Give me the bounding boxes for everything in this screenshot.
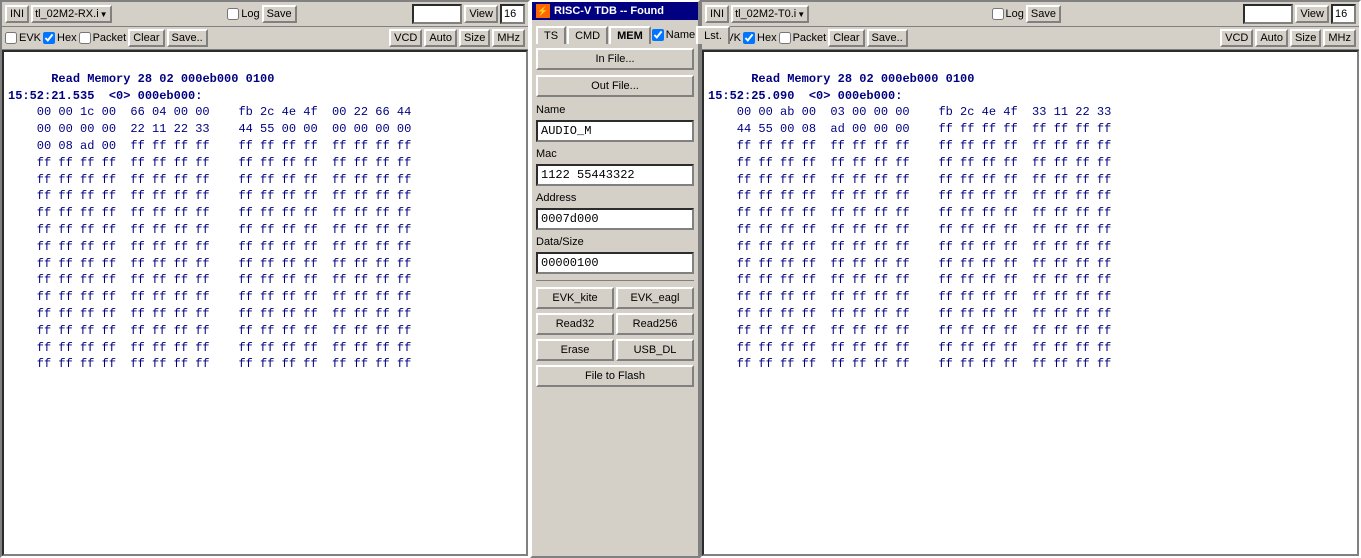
- right-hex-display: Read Memory 28 02 000eb000 0100 15:52:25…: [702, 50, 1359, 556]
- right-hex-checkbox-label: Hex: [743, 32, 777, 44]
- left-hex-checkbox-label: Hex: [43, 32, 77, 44]
- right-savedots-button[interactable]: Save..: [867, 29, 908, 47]
- right-mhz-button[interactable]: MHz: [1323, 29, 1356, 47]
- dialog-name-checkbox[interactable]: [652, 29, 664, 41]
- right-hex-header2: 15:52:25.090 <0> 000eb000:: [708, 89, 902, 103]
- tab-lst[interactable]: Lst.: [696, 26, 730, 44]
- right-toolbar-1: INI tl_02M2-T0.i ▼ Log Save View: [702, 2, 1359, 27]
- left-packet-checkbox[interactable]: [79, 32, 91, 44]
- left-ini-button[interactable]: INI: [5, 5, 29, 23]
- evk-kite-button[interactable]: EVK_kite: [536, 287, 614, 309]
- right-auto-button[interactable]: Auto: [1255, 29, 1288, 47]
- left-clear-button[interactable]: Clear: [128, 29, 164, 47]
- in-file-button[interactable]: In File...: [536, 48, 694, 70]
- erase-button[interactable]: Erase: [536, 339, 614, 361]
- tab-mem[interactable]: MEM: [609, 26, 651, 44]
- left-save-button[interactable]: Save: [262, 5, 297, 23]
- left-view-value[interactable]: [500, 4, 525, 24]
- dialog-icon: ⚡: [536, 4, 550, 18]
- name-input[interactable]: [536, 120, 694, 142]
- left-hex-checkbox[interactable]: [43, 32, 55, 44]
- right-toolbar-2: EVK Hex Packet Clear Save.. VCD Auto Siz…: [702, 27, 1359, 50]
- right-hex-data: 00 00 ab 00 03 00 00 00 fb 2c 4e 4f 33 1…: [708, 105, 1111, 371]
- dialog-name-checkbox-label: Name: [652, 26, 695, 44]
- right-ini-button[interactable]: INI: [705, 5, 729, 23]
- left-hex-data: 00 00 1c 00 66 04 00 00 fb 2c 4e 4f 00 2…: [8, 105, 411, 371]
- right-save-button[interactable]: Save: [1026, 5, 1061, 23]
- left-log-checkbox[interactable]: [227, 8, 239, 20]
- right-log-checkbox-label: Log: [992, 8, 1024, 20]
- left-device-dropdown[interactable]: tl_02M2-RX.i ▼: [31, 5, 112, 23]
- right-panel: INI tl_02M2-T0.i ▼ Log Save View EVK: [700, 0, 1361, 558]
- left-panel: INI tl_02M2-RX.i ▼ Log Save View EVK: [0, 0, 530, 558]
- mac-input[interactable]: [536, 164, 694, 186]
- mac-label: Mac: [536, 148, 694, 160]
- dialog-spacer: [536, 392, 694, 552]
- left-packet-checkbox-label: Packet: [79, 32, 127, 44]
- right-view-value[interactable]: [1331, 4, 1356, 24]
- erase-button-row: Erase USB_DL: [536, 339, 694, 361]
- left-savedots-button[interactable]: Save..: [167, 29, 208, 47]
- right-clear-button[interactable]: Clear: [828, 29, 864, 47]
- dialog-panel: ⚡ RISC-V TDB -- Found TS CMD MEM Name Ls…: [530, 0, 700, 558]
- right-packet-checkbox-label: Packet: [779, 32, 827, 44]
- dialog-tab-row: TS CMD MEM Name Lst.: [536, 26, 694, 44]
- address-input[interactable]: [536, 208, 694, 230]
- right-vcd-button[interactable]: VCD: [1220, 29, 1253, 47]
- out-file-button[interactable]: Out File...: [536, 75, 694, 97]
- left-view-input[interactable]: [412, 4, 462, 24]
- main-container: INI tl_02M2-RX.i ▼ Log Save View EVK: [0, 0, 1361, 558]
- left-view-button[interactable]: View: [464, 5, 498, 23]
- read32-button[interactable]: Read32: [536, 313, 614, 335]
- address-label: Address: [536, 192, 694, 204]
- file-to-flash-button[interactable]: File to Flash: [536, 365, 694, 387]
- right-size-button[interactable]: Size: [1290, 29, 1321, 47]
- left-toolbar-1: INI tl_02M2-RX.i ▼ Log Save View: [2, 2, 528, 27]
- read256-button[interactable]: Read256: [616, 313, 694, 335]
- right-hex-checkbox[interactable]: [743, 32, 755, 44]
- left-size-button[interactable]: Size: [459, 29, 490, 47]
- read-button-row: Read32 Read256: [536, 313, 694, 335]
- right-packet-checkbox[interactable]: [779, 32, 791, 44]
- data-size-label: Data/Size: [536, 236, 694, 248]
- right-view-input[interactable]: [1243, 4, 1293, 24]
- right-chevron-down-icon: ▼: [797, 10, 805, 19]
- left-toolbar-2: EVK Hex Packet Clear Save.. VCD Auto Siz…: [2, 27, 528, 50]
- left-evk-checkbox[interactable]: [5, 32, 17, 44]
- chevron-down-icon: ▼: [100, 10, 108, 19]
- left-auto-button[interactable]: Auto: [424, 29, 457, 47]
- separator-1: [536, 280, 694, 281]
- tab-cmd[interactable]: CMD: [567, 26, 608, 44]
- left-mhz-button[interactable]: MHz: [492, 29, 525, 47]
- evk-button-row: EVK_kite EVK_eagl: [536, 287, 694, 309]
- left-hex-display: Read Memory 28 02 000eb000 0100 15:52:21…: [2, 50, 528, 556]
- left-vcd-button[interactable]: VCD: [389, 29, 422, 47]
- left-hex-header1: Read Memory 28 02 000eb000 0100: [51, 72, 274, 86]
- right-hex-header1: Read Memory 28 02 000eb000 0100: [751, 72, 974, 86]
- right-view-button[interactable]: View: [1295, 5, 1329, 23]
- name-label: Name: [536, 104, 694, 116]
- right-device-dropdown[interactable]: tl_02M2-T0.i ▼: [731, 5, 809, 23]
- left-hex-header2: 15:52:21.535 <0> 000eb000:: [8, 89, 202, 103]
- tab-ts[interactable]: TS: [536, 26, 566, 44]
- usb-dl-button[interactable]: USB_DL: [616, 339, 694, 361]
- evk-eagle-button[interactable]: EVK_eagl: [616, 287, 694, 309]
- left-log-checkbox-label: Log: [227, 8, 259, 20]
- right-log-checkbox[interactable]: [992, 8, 1004, 20]
- dialog-title-text: RISC-V TDB -- Found: [554, 5, 664, 17]
- data-size-input[interactable]: [536, 252, 694, 274]
- dialog-title-bar: ⚡ RISC-V TDB -- Found: [532, 2, 698, 20]
- left-evk-checkbox-label: EVK: [5, 32, 41, 44]
